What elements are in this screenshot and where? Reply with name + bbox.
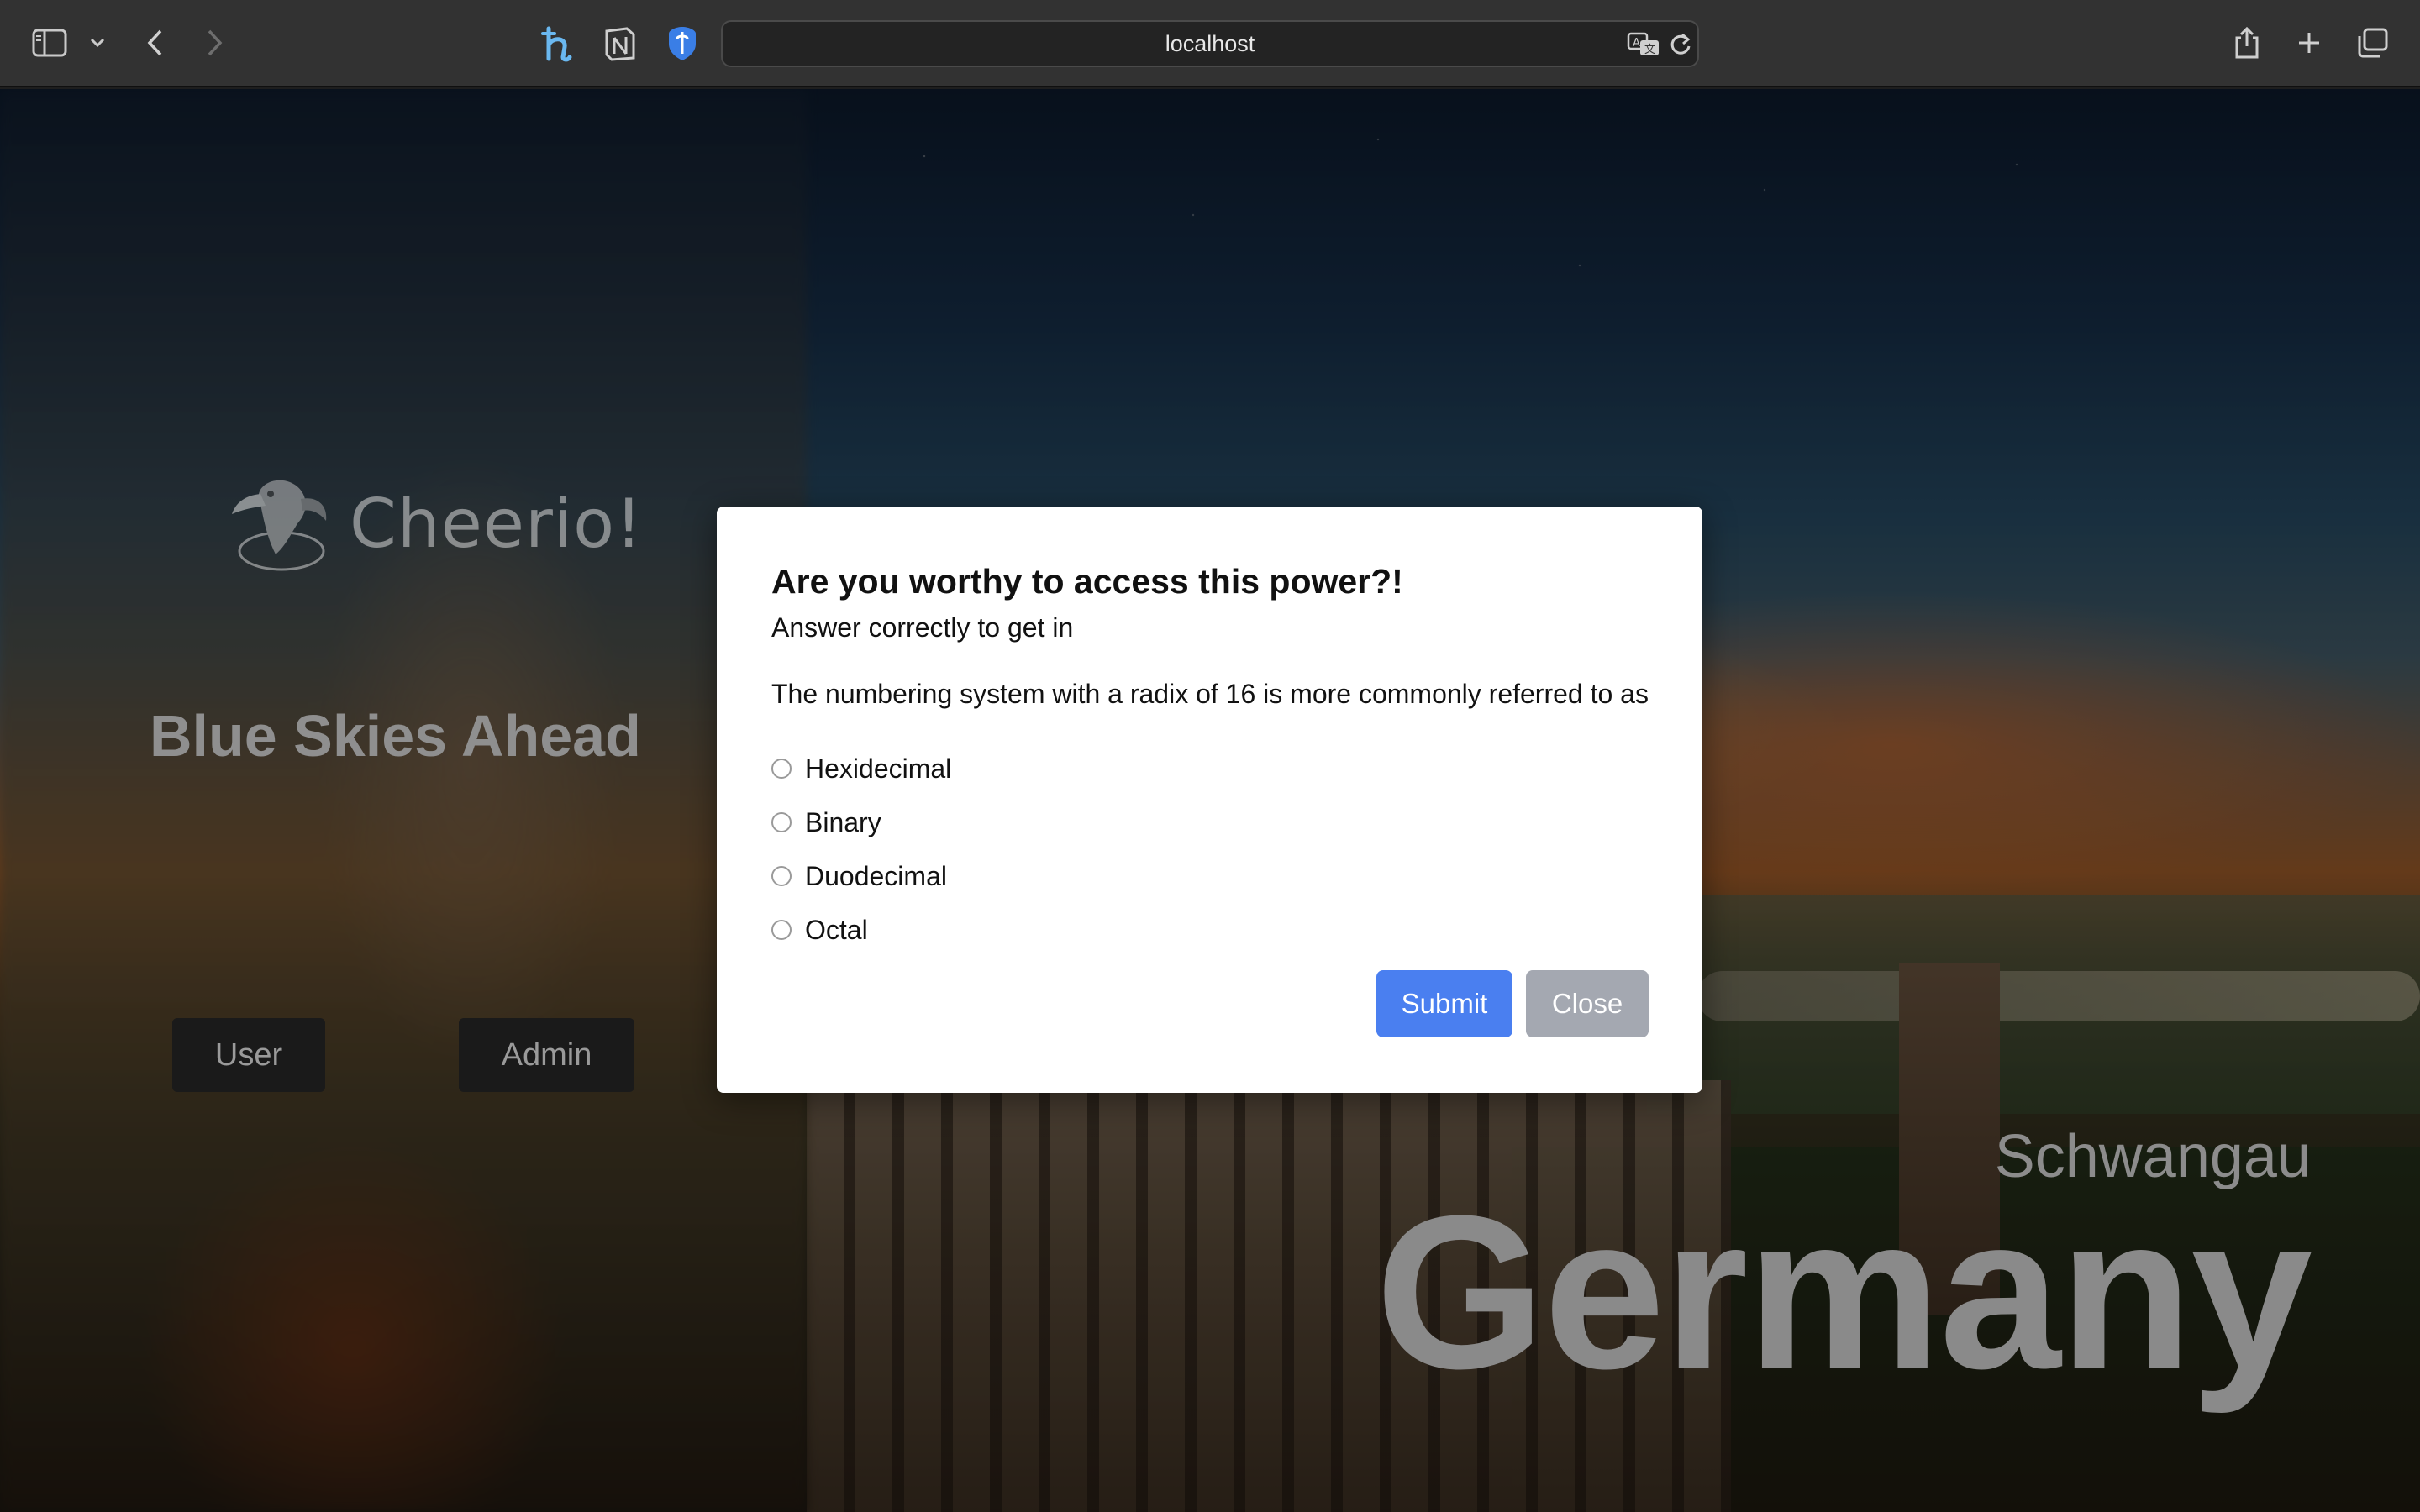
- svg-text:A: A: [1633, 37, 1640, 50]
- answer-option[interactable]: Hexidecimal: [771, 742, 951, 795]
- svg-text:文: 文: [1644, 44, 1655, 56]
- location-title: Germany: [1375, 1171, 2312, 1415]
- logo-text: Cheerio!: [350, 484, 644, 563]
- chevron-left-icon[interactable]: [138, 24, 171, 62]
- user-button[interactable]: User: [172, 1018, 325, 1092]
- radio-button[interactable]: [771, 759, 792, 779]
- radio-button[interactable]: [771, 866, 792, 886]
- answer-option-label: Hexidecimal: [805, 753, 952, 784]
- quiz-modal: Are you worthy to access this power?! An…: [717, 507, 1702, 1093]
- translate-icon[interactable]: A文: [1625, 25, 1662, 62]
- reload-icon[interactable]: [1664, 25, 1697, 62]
- tabs-overview-icon[interactable]: [2353, 24, 2391, 62]
- quiz-question: The numbering system with a radix of 16 …: [771, 679, 1649, 709]
- modal-subtitle: Answer correctly to get in: [771, 612, 1074, 643]
- browser-toolbar: localhost A文: [0, 0, 2420, 87]
- hypothesis-h-icon[interactable]: [538, 22, 578, 66]
- chevron-down-icon[interactable]: [86, 29, 109, 57]
- admin-button[interactable]: Admin: [459, 1018, 634, 1092]
- modal-title: Are you worthy to access this power?!: [771, 562, 1403, 601]
- hero-title: Blue Skies Ahead: [150, 703, 641, 769]
- answer-option[interactable]: Duodecimal: [771, 849, 951, 903]
- answer-options: Hexidecimal Binary Duodecimal Octal: [771, 742, 951, 957]
- modal-actions: Submit Close: [1376, 970, 1649, 1037]
- sidebar-icon[interactable]: [30, 24, 69, 62]
- answer-option-label: Octal: [805, 914, 868, 945]
- address-bar[interactable]: localhost: [721, 20, 1699, 67]
- close-button[interactable]: Close: [1526, 970, 1649, 1037]
- toucan-logo-icon: [232, 480, 327, 571]
- bitwarden-shield-icon[interactable]: [662, 24, 702, 64]
- radio-button[interactable]: [771, 812, 792, 832]
- url-text: localhost: [1165, 30, 1255, 56]
- answer-option[interactable]: Binary: [771, 795, 951, 849]
- notion-icon[interactable]: [600, 24, 640, 64]
- plus-icon[interactable]: [2291, 24, 2328, 62]
- answer-option-label: Duodecimal: [805, 860, 947, 891]
- answer-option-label: Binary: [805, 806, 881, 837]
- radio-button[interactable]: [771, 920, 792, 940]
- submit-button[interactable]: Submit: [1376, 970, 1512, 1037]
- chevron-right-icon[interactable]: [198, 24, 232, 62]
- logo: Cheerio!: [227, 469, 643, 578]
- answer-option[interactable]: Octal: [771, 903, 951, 957]
- share-icon[interactable]: [2228, 22, 2265, 64]
